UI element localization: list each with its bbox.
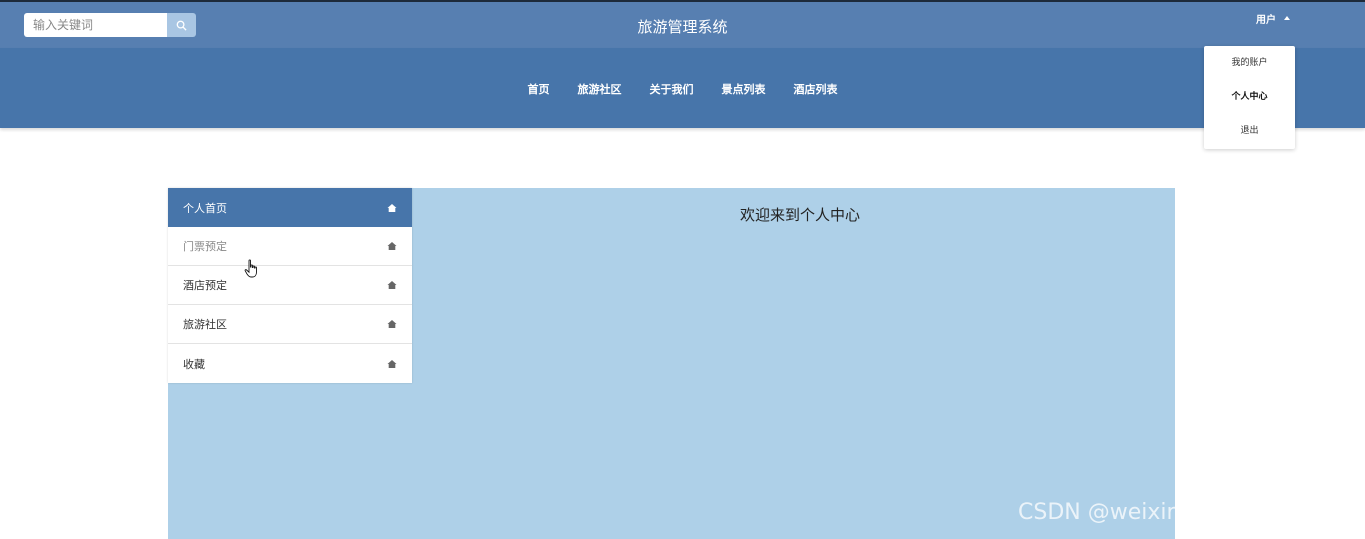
dropdown-item-personal-center[interactable]: 个人中心 <box>1204 80 1295 114</box>
nav-link-hotels[interactable]: 酒店列表 <box>794 81 838 97</box>
sidebar-item-personal-home[interactable]: 个人首页 <box>168 188 412 227</box>
watermark: CSDN @weixin_danpianji889 <box>1018 500 1335 525</box>
user-dropdown-menu: 我的账户 个人中心 退出 <box>1204 46 1295 149</box>
user-menu-toggle[interactable]: 用户 <box>1256 10 1290 26</box>
nav-link-about[interactable]: 关于我们 <box>650 81 694 97</box>
sidebar-item-label: 个人首页 <box>183 201 227 215</box>
sidebar-item-ticket-booking[interactable]: 门票预定 <box>168 227 412 266</box>
nav-link-attractions[interactable]: 景点列表 <box>722 81 766 97</box>
site-title: 旅游管理系统 <box>637 18 728 36</box>
dropdown-item-my-account[interactable]: 我的账户 <box>1204 46 1295 80</box>
home-icon <box>387 359 397 369</box>
welcome-heading: 欢迎来到个人中心 <box>739 206 860 224</box>
sidebar-menu: 个人首页 门票预定 酒店预定 旅游社区 收藏 <box>168 188 412 383</box>
main-navbar: 首页 旅游社区 关于我们 景点列表 酒店列表 <box>0 48 1365 128</box>
caret-up-icon <box>1284 16 1290 20</box>
user-menu-label: 用户 <box>1256 14 1276 26</box>
home-icon <box>387 203 397 213</box>
sidebar-item-label: 旅游社区 <box>183 318 227 331</box>
sidebar-item-label: 酒店预定 <box>183 279 227 292</box>
home-icon <box>387 319 397 329</box>
sidebar-item-label: 收藏 <box>183 357 205 371</box>
sidebar-item-travel-community[interactable]: 旅游社区 <box>168 305 412 344</box>
home-icon <box>387 241 397 251</box>
top-bar: 旅游管理系统 用户 <box>0 0 1365 48</box>
sidebar-item-hotel-booking[interactable]: 酒店预定 <box>168 266 412 305</box>
home-icon <box>387 280 397 290</box>
nav-link-community[interactable]: 旅游社区 <box>578 81 622 97</box>
nav-links: 首页 旅游社区 关于我们 景点列表 酒店列表 <box>0 81 1365 97</box>
nav-link-home[interactable]: 首页 <box>528 81 550 97</box>
sidebar-item-favorites[interactable]: 收藏 <box>168 344 412 383</box>
sidebar-item-label: 门票预定 <box>183 240 227 253</box>
dropdown-item-logout[interactable]: 退出 <box>1204 114 1295 148</box>
hand-cursor-icon <box>244 259 260 279</box>
